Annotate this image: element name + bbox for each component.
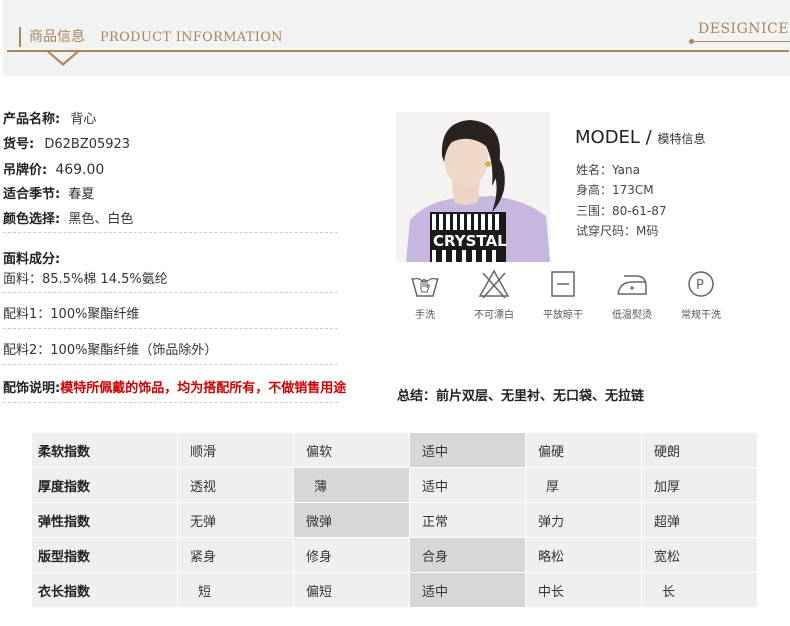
table-cell: 偏短 xyxy=(293,572,410,608)
product-name-value: 背心 xyxy=(70,112,97,127)
care-label: 平放晾干 xyxy=(543,310,583,321)
season-row: 适合季节: 春夏 xyxy=(3,186,94,204)
color-row: 颜色选择: 黑色、白色 xyxy=(3,211,133,229)
table-cell: 正常 xyxy=(409,502,526,538)
table-cell: 紧身 xyxy=(177,537,294,573)
shirt-print-text: CRYSTAL xyxy=(433,232,507,250)
table-cell: 宽松 xyxy=(641,537,758,573)
model-title-en: MODEL / xyxy=(575,127,652,148)
header-divider xyxy=(7,50,789,52)
price-row: 吊牌价: 469.00 xyxy=(3,161,104,180)
brand-logo: DESIGNICE xyxy=(698,21,789,37)
svg-text:P: P xyxy=(696,278,704,293)
care-item: 不可漂白 xyxy=(459,268,529,321)
flat-dry-icon xyxy=(551,271,575,297)
price-label: 吊牌价: xyxy=(3,163,48,178)
care-label: 不可漂白 xyxy=(474,310,514,321)
divider xyxy=(3,364,338,365)
row-label: 弹性指数 xyxy=(31,502,178,538)
table-cell-selected: 微弹 xyxy=(293,502,410,538)
row-label: 衣长指数 xyxy=(31,572,178,608)
table-cell: 透视 xyxy=(177,467,294,503)
sku-value: D62BZ05923 xyxy=(44,137,131,152)
table-cell: 超弹 xyxy=(641,502,758,538)
header-title-en: PRODUCT INFORMATION xyxy=(100,30,283,45)
lining-2: 配料2：100%聚酯纤维（饰品除外） xyxy=(3,343,218,358)
table-cell: 偏硬 xyxy=(525,432,642,468)
care-item: 低温熨烫 xyxy=(597,268,667,321)
model-measurements: 三围：80-61-87 xyxy=(576,204,667,218)
care-label: 手洗 xyxy=(415,310,435,321)
table-cell: 厚 xyxy=(525,467,642,503)
table-cell: 弹力 xyxy=(525,502,642,538)
table-cell: 修身 xyxy=(293,537,410,573)
color-value: 黑色、白色 xyxy=(68,212,134,227)
sku-label: 货号: xyxy=(3,137,35,152)
table-cell: 短 xyxy=(177,572,294,608)
section-header: 商品信息 PRODUCT INFORMATION DESIGNICE xyxy=(3,0,790,76)
care-item: 平放晾干 xyxy=(528,268,598,321)
table-row: 厚度指数 透视 薄 适中 厚 加厚 xyxy=(31,467,758,503)
care-label: 低温熨烫 xyxy=(612,310,652,321)
fabric-main: 面料：85.5%棉 14.5%氨纶 xyxy=(3,272,168,287)
lining-1: 配料1：100%聚酯纤维 xyxy=(3,307,140,322)
sku-row: 货号: D62BZ05923 xyxy=(3,136,130,154)
table-cell: 中长 xyxy=(525,572,642,608)
fabric-label: 面料成分: xyxy=(3,252,61,267)
model-title: MODEL / 模特信息 xyxy=(575,127,706,150)
header-title-cn: 商品信息 xyxy=(29,29,85,45)
model-height: 身高：173CM xyxy=(576,183,654,197)
care-item: P 常规干洗 xyxy=(666,268,736,321)
hand-wash-icon xyxy=(411,277,439,297)
table-cell: 顺滑 xyxy=(177,432,294,468)
table-cell: 略松 xyxy=(525,537,642,573)
row-label: 版型指数 xyxy=(31,537,178,573)
table-cell-selected: 适中 xyxy=(409,572,526,608)
divider xyxy=(3,328,338,329)
row-label: 厚度指数 xyxy=(31,467,178,503)
table-cell: 偏软 xyxy=(293,432,410,468)
table-row: 衣长指数 短 偏短 适中 中长 长 xyxy=(31,572,758,608)
index-table: 柔软指数 顺滑 偏软 适中 偏硬 硬朗 厚度指数 透视 薄 适中 厚 加厚 弹性… xyxy=(31,432,758,608)
model-title-cn: 模特信息 xyxy=(657,132,706,146)
table-row: 弹性指数 无弹 微弹 正常 弹力 超弹 xyxy=(31,502,758,538)
table-cell: 硬朗 xyxy=(641,432,758,468)
table-cell: 长 xyxy=(641,572,758,608)
table-cell-selected: 合身 xyxy=(409,537,526,573)
table-row: 柔软指数 顺滑 偏软 适中 偏硬 硬朗 xyxy=(31,432,758,468)
no-bleach-icon xyxy=(478,269,510,299)
table-cell: 无弹 xyxy=(177,502,294,538)
table-cell: 加厚 xyxy=(641,467,758,503)
header-accent-bar xyxy=(19,27,21,47)
table-cell: 适中 xyxy=(409,467,526,503)
color-label: 颜色选择: xyxy=(3,212,61,227)
divider xyxy=(3,292,338,293)
dry-clean-icon: P xyxy=(688,271,714,297)
table-cell-selected: 适中 xyxy=(409,432,526,468)
fabric-heading: 面料成分: xyxy=(3,251,60,269)
accessory-label: 配饰说明: xyxy=(3,381,61,396)
season-value: 春夏 xyxy=(68,187,95,202)
product-summary: 总结：前片双层、无里衬、无口袋、无拉链 xyxy=(397,389,645,404)
product-name-label: 产品名称: xyxy=(3,112,61,127)
care-label: 常规干洗 xyxy=(681,310,721,321)
low-iron-icon xyxy=(617,275,647,295)
table-row: 版型指数 紧身 修身 合身 略松 宽松 xyxy=(31,537,758,573)
product-name-row: 产品名称: 背心 xyxy=(3,111,96,129)
divider xyxy=(3,232,338,233)
accessory-note: 模特所佩戴的饰品，均为搭配所有，不做销售用途 xyxy=(60,381,347,396)
accessory-row: 配饰说明:模特所佩戴的饰品，均为搭配所有，不做销售用途 xyxy=(3,380,346,398)
model-photo: CRYSTAL xyxy=(396,112,550,262)
price-value: 469.00 xyxy=(55,162,105,178)
row-label: 柔软指数 xyxy=(31,432,178,468)
care-item: 手洗 xyxy=(390,268,460,321)
brand-underline xyxy=(694,41,790,42)
divider xyxy=(3,402,338,403)
model-size: 试穿尺码：M码 xyxy=(576,224,659,238)
model-name: 姓名：Yana xyxy=(576,163,640,177)
table-cell-selected: 薄 xyxy=(293,467,410,503)
season-label: 适合季节: xyxy=(3,187,61,202)
